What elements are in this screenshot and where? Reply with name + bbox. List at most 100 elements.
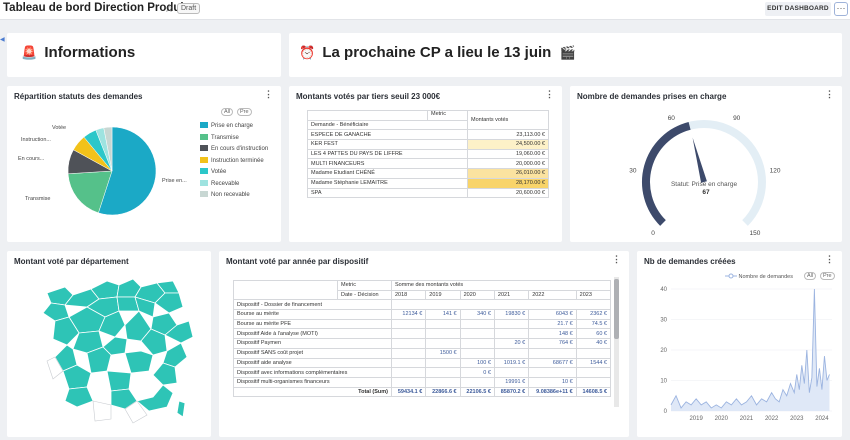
- amount-cell: 0 €: [459, 367, 495, 378]
- pager-prev-button[interactable]: All: [221, 108, 234, 116]
- amount-cell: 60 €: [575, 328, 612, 340]
- departement-map-card: Montant voté par département: [7, 251, 211, 437]
- table-row: KER FEST 24,500.00 €: [307, 139, 549, 150]
- legend-swatch: [200, 168, 208, 174]
- dispositif-cell: Bourse au mérite: [233, 309, 392, 320]
- amount-cell: 1544 €: [575, 357, 612, 369]
- amount-cell: [425, 357, 461, 369]
- scrollbar-thumb[interactable]: [614, 279, 619, 339]
- legend-swatch: [200, 191, 208, 197]
- amount-cell: [493, 347, 530, 359]
- amount-cell: 148 €: [528, 328, 577, 340]
- more-options-button[interactable]: ···: [834, 2, 848, 16]
- informations-title: Informations: [44, 44, 136, 61]
- amount-cell: 764 €: [528, 338, 577, 349]
- year-header: 2021: [493, 289, 530, 301]
- amount-cell: [425, 367, 461, 378]
- year-header: 2018: [390, 289, 427, 301]
- legend-item[interactable]: Instruction terminée: [200, 156, 264, 164]
- gauge-tick-label: 150: [749, 230, 760, 237]
- dashboard-title: Tableau de bord Direction Produit: [3, 2, 188, 14]
- france-map: [42, 278, 194, 424]
- amount-cell: 74.5 €: [575, 318, 612, 330]
- beneficiary-cell: ESPECE DE GANACHE: [307, 129, 468, 141]
- collapse-arrow-icon[interactable]: ◀: [0, 36, 5, 43]
- amount-cell: [575, 367, 612, 378]
- table-row: Madame Etudiant CHÉNÉ 26,010.00 €: [307, 168, 549, 179]
- legend-swatch: [200, 133, 208, 140]
- gauge-needle: [692, 137, 707, 183]
- pager-next-button[interactable]: Pre: [237, 108, 252, 116]
- tiers-table: Metric Montants votés Demande - Bénéfici…: [307, 109, 549, 199]
- amount-cell: 20 €: [493, 338, 530, 349]
- legend-item[interactable]: Votée: [200, 168, 226, 175]
- legend-item[interactable]: Recevable: [200, 179, 240, 187]
- pie-slice-label: Transmise: [25, 196, 50, 202]
- star-icon[interactable]: ☆: [164, 2, 174, 15]
- cp-announcement-text: La prochaine CP a lieu le 13 juin: [322, 44, 552, 61]
- amount-cell: [390, 328, 427, 340]
- alarm-light-icon: 🚨: [21, 45, 38, 60]
- year-header: 2022: [528, 289, 577, 301]
- legend-item[interactable]: Transmise: [200, 133, 239, 141]
- beneficiary-cell: MULTI FINANCEURS: [307, 158, 468, 170]
- amount-cell: 6043 €: [528, 309, 577, 320]
- legend-item[interactable]: En cours d'instruction: [200, 145, 268, 152]
- edit-dashboard-button[interactable]: EDIT DASHBOARD: [765, 2, 831, 16]
- total-cell: 59434.1 €: [390, 386, 427, 398]
- amount-cell: [493, 367, 530, 378]
- amount-cell: 340 €: [459, 309, 495, 320]
- dispositif-cell: Bourse au mérite PFE: [233, 318, 392, 330]
- clapperboard-icon: 🎬: [559, 45, 576, 60]
- card-menu-icon[interactable]: ⋮: [545, 90, 554, 99]
- legend-label: Transmise: [211, 134, 239, 141]
- status-badge: Draft: [177, 3, 201, 14]
- table-row: Bourse au mérite PFE 21.7 €74.5 €: [233, 318, 612, 330]
- table-row: Dispositif avec informations complémenta…: [233, 367, 612, 378]
- year-header: 2023: [575, 289, 612, 301]
- amount-cell: [459, 376, 495, 388]
- table-row: ESPECE DE GANACHE 23,113.00 €: [307, 129, 549, 141]
- gauge-tick-label: 0: [651, 230, 655, 237]
- total-cell: 14608.5 €: [575, 386, 612, 398]
- legend-item[interactable]: Non recevable: [200, 191, 250, 198]
- informations-card: 🚨 Informations: [7, 33, 281, 77]
- amount-cell: [390, 318, 427, 330]
- metric-header: Metric: [427, 110, 468, 121]
- amount-cell: [390, 357, 427, 369]
- amount-cell: [528, 367, 577, 378]
- pie-slice-label: Votée: [52, 125, 66, 131]
- card-menu-icon[interactable]: ⋮: [612, 255, 621, 264]
- amount-cell: [459, 318, 495, 330]
- table-row: Dispositif Aide à l'analyse (MOTI) 148 €6…: [233, 328, 612, 340]
- beneficiary-cell: KER FEST: [307, 139, 468, 150]
- year-header: 2019: [425, 289, 461, 301]
- amount-cell: 26,010.00 €: [467, 168, 549, 179]
- y-tick-label: 0: [664, 409, 668, 415]
- amount-cell: 19830 €: [493, 309, 530, 320]
- total-row: Total (Sum) 59434.1 €22866.6 €22106.5 €85…: [233, 386, 612, 398]
- gauge-tick-label: 120: [770, 168, 781, 175]
- y-tick-label: 40: [660, 287, 667, 293]
- row-header: Demande - Bénéficiaire: [307, 119, 468, 131]
- amount-cell: [493, 318, 530, 330]
- amount-cell: [425, 318, 461, 330]
- legend-label: Recevable: [211, 180, 240, 187]
- dispositif-cell: Dispositif Paymen: [233, 338, 392, 349]
- x-tick-label: 2020: [715, 416, 729, 422]
- year-header: 2020: [459, 289, 495, 301]
- amount-cell: [425, 328, 461, 340]
- x-tick-label: 2024: [815, 416, 829, 422]
- amount-cell: [528, 347, 577, 359]
- legend-item[interactable]: Prise en charge: [200, 122, 253, 129]
- dispositif-cell: Dispositif Aide à l'analyse (MOTI): [233, 328, 392, 340]
- x-tick-label: 2023: [790, 416, 804, 422]
- amount-cell: 24,500.00 €: [467, 139, 549, 150]
- x-tick-label: 2019: [689, 416, 703, 422]
- table-row: Dispositif aide analyse 100 €1019.1 €6867…: [233, 357, 612, 369]
- total-cell: 22866.6 €: [425, 386, 461, 398]
- tiers-table-card: Montants votés par tiers seuil 23 000€ ⋮…: [289, 86, 562, 242]
- card-title: Montants votés par tiers seuil 23 000€: [296, 92, 441, 101]
- amount-cell: 1019.1 €: [493, 357, 530, 369]
- table-row: Dispositif SANS coût projet 1500 €: [233, 347, 612, 359]
